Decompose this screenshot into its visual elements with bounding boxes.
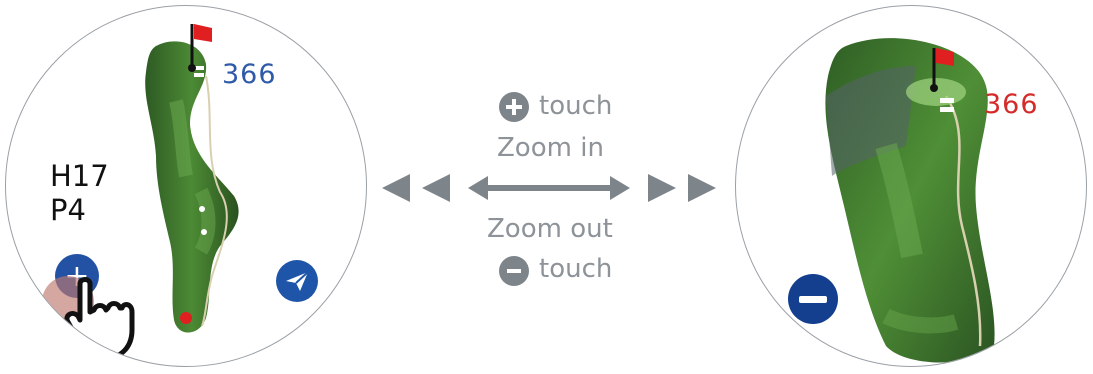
touch-instruction-minus: touch <box>539 254 613 284</box>
zoom-out-button[interactable] <box>788 274 838 324</box>
par-value: P4 <box>50 193 86 227</box>
distance-to-pin: 366 <box>984 89 1039 120</box>
tee-marker <box>194 73 204 77</box>
pointing-hand-icon <box>64 277 135 361</box>
watch-face-zoomed-in: 366 <box>735 5 1087 367</box>
paper-plane-icon <box>286 271 309 291</box>
tee-marker <box>940 107 954 112</box>
send-button[interactable] <box>276 260 318 302</box>
minus-icon <box>799 295 827 303</box>
plus-icon <box>499 92 529 122</box>
minus-icon <box>499 256 529 286</box>
touch-instruction-plus: touch <box>539 91 613 121</box>
hole-info: H17 P4 <box>50 159 109 227</box>
course-map <box>825 38 995 363</box>
zoom-out-label: Zoom out <box>487 214 613 244</box>
tee-marker <box>940 98 954 103</box>
player-position-marker <box>180 312 192 324</box>
double-headed-arrow-icon <box>382 174 716 202</box>
hole-number: H17 <box>50 159 109 193</box>
watch-face-zoomed-out: 366 H17 P4 + <box>5 5 367 367</box>
zoom-in-label: Zoom in <box>497 133 604 163</box>
distance-to-pin: 366 <box>222 59 277 90</box>
